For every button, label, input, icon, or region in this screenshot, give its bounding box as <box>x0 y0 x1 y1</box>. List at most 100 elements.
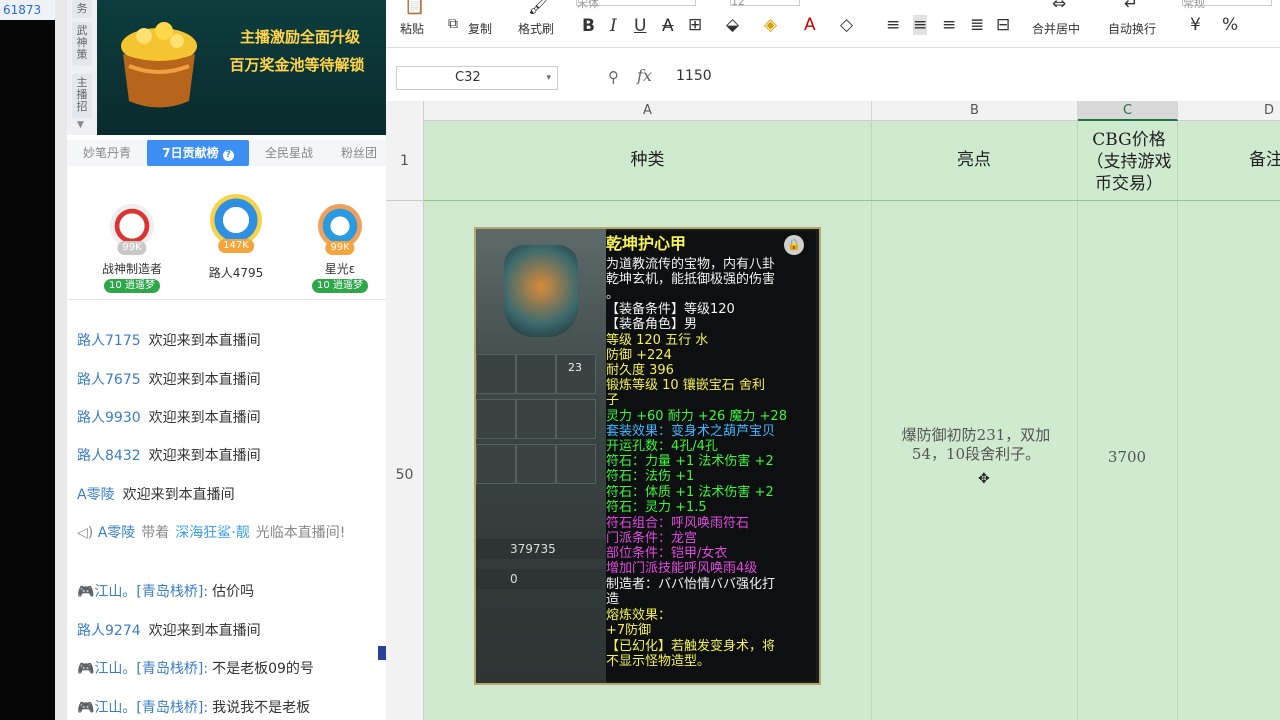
speaker-icon: ◁) <box>77 525 94 541</box>
gamepad-icon: 🎮 <box>77 661 95 677</box>
format-painter-button[interactable]: 格式刷 <box>518 20 554 37</box>
gamepad-icon: 🎮 <box>77 700 95 716</box>
item-desc-3: 。 <box>606 287 620 302</box>
avatar: 147K <box>210 194 262 253</box>
silver-amount: 0 <box>476 569 606 589</box>
chat-message: 路人7675 欢迎来到本直播间 <box>77 372 261 388</box>
item-rune-combo: 增加门派技能呼风唤雨4级 <box>606 561 758 576</box>
item-maker: 造 <box>606 592 620 607</box>
side-tab-1[interactable]: 武神策 <box>72 22 92 66</box>
distribute-icon[interactable]: ⊟ <box>996 15 1010 35</box>
item-illusion: 【已幻化】若触发变身术，将 <box>606 639 776 654</box>
select-all-corner[interactable] <box>386 101 424 121</box>
chat-message: 路人9930 欢迎来到本直播间 <box>77 410 261 426</box>
tab-7day-contribution[interactable]: 7日贡献榜 ? <box>147 140 249 166</box>
formula-bar: C32 ▾ ⚲ fx 1150 <box>386 60 1280 96</box>
number-format-select[interactable]: 常规 <box>1182 0 1272 10</box>
copy-button[interactable]: 复制 <box>468 20 492 37</box>
format-painter-icon[interactable]: 🖌 <box>528 0 550 16</box>
merge-icon[interactable]: ⇔ <box>1052 0 1066 14</box>
tab-star-battle[interactable]: 全民星战 <box>249 140 329 166</box>
font-size-select[interactable]: 12 <box>730 0 800 8</box>
banner-line-2: 百万奖金池等待解锁 <box>229 56 365 74</box>
item-stat: 防御 +224 <box>606 348 672 363</box>
side-tab-0[interactable]: 务 <box>72 0 92 18</box>
rank-item-3[interactable]: 99K 星光ε 10 逍遥梦 <box>295 204 385 293</box>
paste-icon[interactable]: 📋 <box>404 0 425 16</box>
divider <box>55 0 67 720</box>
row-header-50[interactable]: 50 <box>386 467 423 483</box>
copy-icon[interactable]: ⧉ <box>448 16 458 32</box>
item-stat: 开运孔数：4孔/4孔 <box>606 439 718 454</box>
percent-icon[interactable]: % <box>1222 15 1238 35</box>
italic-icon[interactable]: I <box>610 16 617 36</box>
armor-item-icon <box>504 245 578 337</box>
fan-badge: 10 逍遥梦 <box>312 279 368 293</box>
chat-message: 🎮江山。[青岛栈桥]: 估价吗 <box>77 584 255 600</box>
align-right-icon[interactable]: ≡ <box>942 15 956 35</box>
video-area-left <box>0 0 55 720</box>
lock-icon: 🔒 <box>784 235 804 255</box>
item-stat: 符石：体质 +1 法术伤害 +2 <box>606 485 774 500</box>
gold-amount: 379735 <box>476 539 606 559</box>
name-box[interactable]: C32 ▾ <box>396 66 558 90</box>
formula-input[interactable]: 1150 <box>676 68 712 84</box>
fx-icon[interactable]: fx <box>637 66 652 85</box>
banner-line-1: 主播激励全面升级 <box>239 28 360 46</box>
row-headers: 1 50 <box>386 121 424 720</box>
rank-item-1[interactable]: 147K 路人4795 <box>191 194 281 281</box>
rank-score: 147K <box>218 239 254 253</box>
gamepad-icon: 🎮 <box>77 584 95 600</box>
clear-icon[interactable]: ◇ <box>840 15 853 35</box>
cell-style-icon[interactable]: ⬙ <box>726 15 739 35</box>
fill-color-icon[interactable]: ◈ <box>764 15 777 35</box>
gold-pot-icon <box>121 22 197 108</box>
cell-c50-price[interactable]: 3700 <box>1077 448 1177 467</box>
zoom-icon[interactable]: ⚲ <box>608 68 619 86</box>
item-illusion: 不显示怪物造型。 <box>606 654 711 669</box>
rank-item-2[interactable]: 99K 战神制造者 10 逍遥梦 <box>87 204 177 293</box>
font-select[interactable]: 宋体 <box>576 0 696 10</box>
cursor-icon: ✥ <box>978 471 990 487</box>
column-header-b[interactable]: B <box>872 101 1078 121</box>
justify-icon[interactable]: ≣ <box>970 15 984 35</box>
border-icon[interactable]: ⊞ <box>688 15 702 35</box>
item-stat: 耐久度 396 <box>606 363 674 378</box>
rank-board: 99K 战神制造者 10 逍遥梦 147K 路人4795 99K 星光ε 10 … <box>67 170 386 300</box>
bold-icon[interactable]: B <box>582 16 595 36</box>
underline-icon[interactable]: U <box>634 16 646 36</box>
row-header-1[interactable]: 1 <box>386 153 423 169</box>
tab-fan-club[interactable]: 粉丝团 <box>329 140 386 166</box>
item-stat: 等级 120 五行 水 <box>606 333 709 348</box>
currency-icon[interactable]: ¥ <box>1190 15 1201 35</box>
chevron-down-icon: ▾ <box>546 73 551 83</box>
chat-message: 路人8432 欢迎来到本直播间 <box>77 448 261 464</box>
column-header-a[interactable]: A <box>424 101 872 121</box>
rank-tabs: 妙笔丹青 7日贡献榜 ? 全民星战 粉丝团 <box>67 140 386 166</box>
paste-button[interactable]: 粘贴 <box>400 20 424 37</box>
column-header-c[interactable]: C <box>1078 101 1178 121</box>
chevron-down-icon[interactable]: ▼ <box>77 120 84 130</box>
item-stat: 符石：法伤 +1 <box>606 469 695 484</box>
promo-banner[interactable]: 主播激励全面升级 百万奖金池等待解锁 <box>97 0 386 135</box>
column-header-d[interactable]: D <box>1178 101 1280 121</box>
wrap-text-button[interactable]: 自动换行 <box>1108 20 1156 37</box>
side-tab-2[interactable]: 主播招 <box>72 74 92 118</box>
cell-b50-highlight[interactable]: 爆防御初防231，双加54，10段舍利子。 <box>886 426 1066 464</box>
item-maker: 制造者：ババ怡情ババ强化打 <box>606 577 776 592</box>
font-color-icon[interactable]: A <box>804 15 816 35</box>
rank-name: 战神制造者 <box>101 262 162 276</box>
item-rune-combo: 门派条件：龙宫 <box>606 531 698 546</box>
tab-miaobi[interactable]: 妙笔丹青 <box>67 140 147 166</box>
user-id-tag: 61873 <box>0 0 55 20</box>
merge-center-button[interactable]: 合并居中 <box>1032 20 1080 37</box>
help-icon[interactable]: ? <box>222 150 234 161</box>
align-left-icon[interactable]: ≡ <box>886 15 900 35</box>
strikethrough-icon[interactable]: A <box>662 16 674 36</box>
item-stat: 符石：灵力 +1.5 <box>606 500 707 515</box>
wrap-icon[interactable]: ↵ <box>1124 0 1138 14</box>
item-desc-1: 为道教流传的宝物，内有八卦 <box>606 257 776 272</box>
item-stat: 子 <box>606 393 620 408</box>
chat-message: 🎮江山。[青岛栈桥]: 不是老板09的号 <box>77 661 314 677</box>
align-center-icon[interactable]: ≡ <box>913 15 928 35</box>
